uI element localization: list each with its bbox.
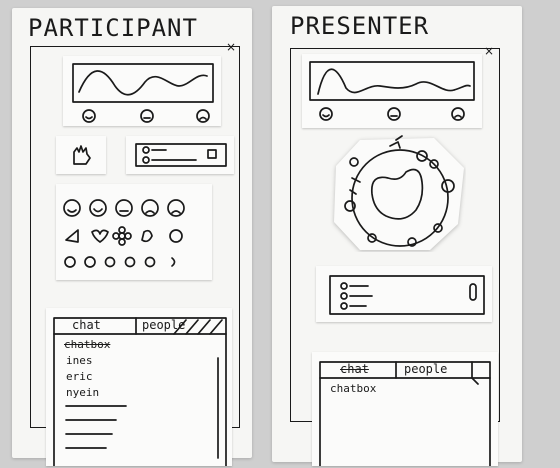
participant-reactions-card: [56, 184, 212, 280]
neutral-face-icon: [140, 109, 154, 123]
presenter-poll-widget: [329, 275, 485, 315]
participant-poll-widget: [135, 143, 227, 167]
presenter-poll-card: [316, 266, 492, 322]
sad-face-icon: [451, 107, 465, 121]
crying-face-icon[interactable]: [167, 199, 185, 217]
flower-icon[interactable]: [112, 226, 132, 246]
presenter-close-button[interactable]: ×: [484, 44, 494, 58]
heart-icon[interactable]: [91, 229, 109, 243]
participant-poll-card: [126, 136, 234, 174]
presenter-reaction-cloud-card: [330, 134, 466, 252]
reaction-circles: [64, 256, 176, 268]
neutral-face-icon: [387, 107, 401, 121]
participant-emotion-graph: [72, 63, 214, 123]
bubble-icon[interactable]: [169, 229, 183, 243]
people-list-item[interactable]: eric: [66, 370, 93, 383]
chatbox-label: chatbox: [330, 382, 377, 395]
happy-face-icon[interactable]: [89, 199, 107, 217]
smile-face-icon[interactable]: [63, 199, 81, 217]
leaf-icon[interactable]: [141, 229, 153, 243]
presenter-emotion-graph: [309, 61, 475, 121]
tab-chat[interactable]: chat: [340, 362, 369, 376]
sad-face-icon: [196, 109, 210, 123]
participant-title: PARTICIPANT: [28, 14, 198, 42]
participant-close-button[interactable]: ×: [226, 40, 236, 54]
presenter-title: PRESENTER: [290, 12, 430, 40]
presenter-emotion-graph-card: [302, 54, 482, 128]
presenter-chat-panel: chat people chatbox: [312, 352, 498, 466]
people-list-item[interactable]: ines: [66, 354, 93, 367]
sad-face-icon[interactable]: [141, 199, 159, 217]
participant-emotion-graph-card: [63, 56, 221, 126]
chatbox-label: chatbox: [64, 338, 111, 351]
tab-people[interactable]: people: [142, 318, 185, 332]
participant-reactions-panel: [63, 199, 185, 268]
happy-face-icon: [82, 109, 96, 123]
presenter-reaction-cloud: [334, 135, 464, 250]
participant-chat-panel: chat people chatbox ines eric nyein: [46, 308, 232, 466]
raise-hand-icon[interactable]: [56, 136, 106, 174]
happy-face-icon: [319, 107, 333, 121]
tab-people[interactable]: people: [404, 362, 447, 376]
participant-raise-hand-card[interactable]: [56, 136, 106, 174]
triangle-icon[interactable]: [65, 229, 79, 243]
tab-chat[interactable]: chat: [72, 318, 101, 332]
neutral-face-icon[interactable]: [115, 199, 133, 217]
people-list-item[interactable]: nyein: [66, 386, 99, 399]
